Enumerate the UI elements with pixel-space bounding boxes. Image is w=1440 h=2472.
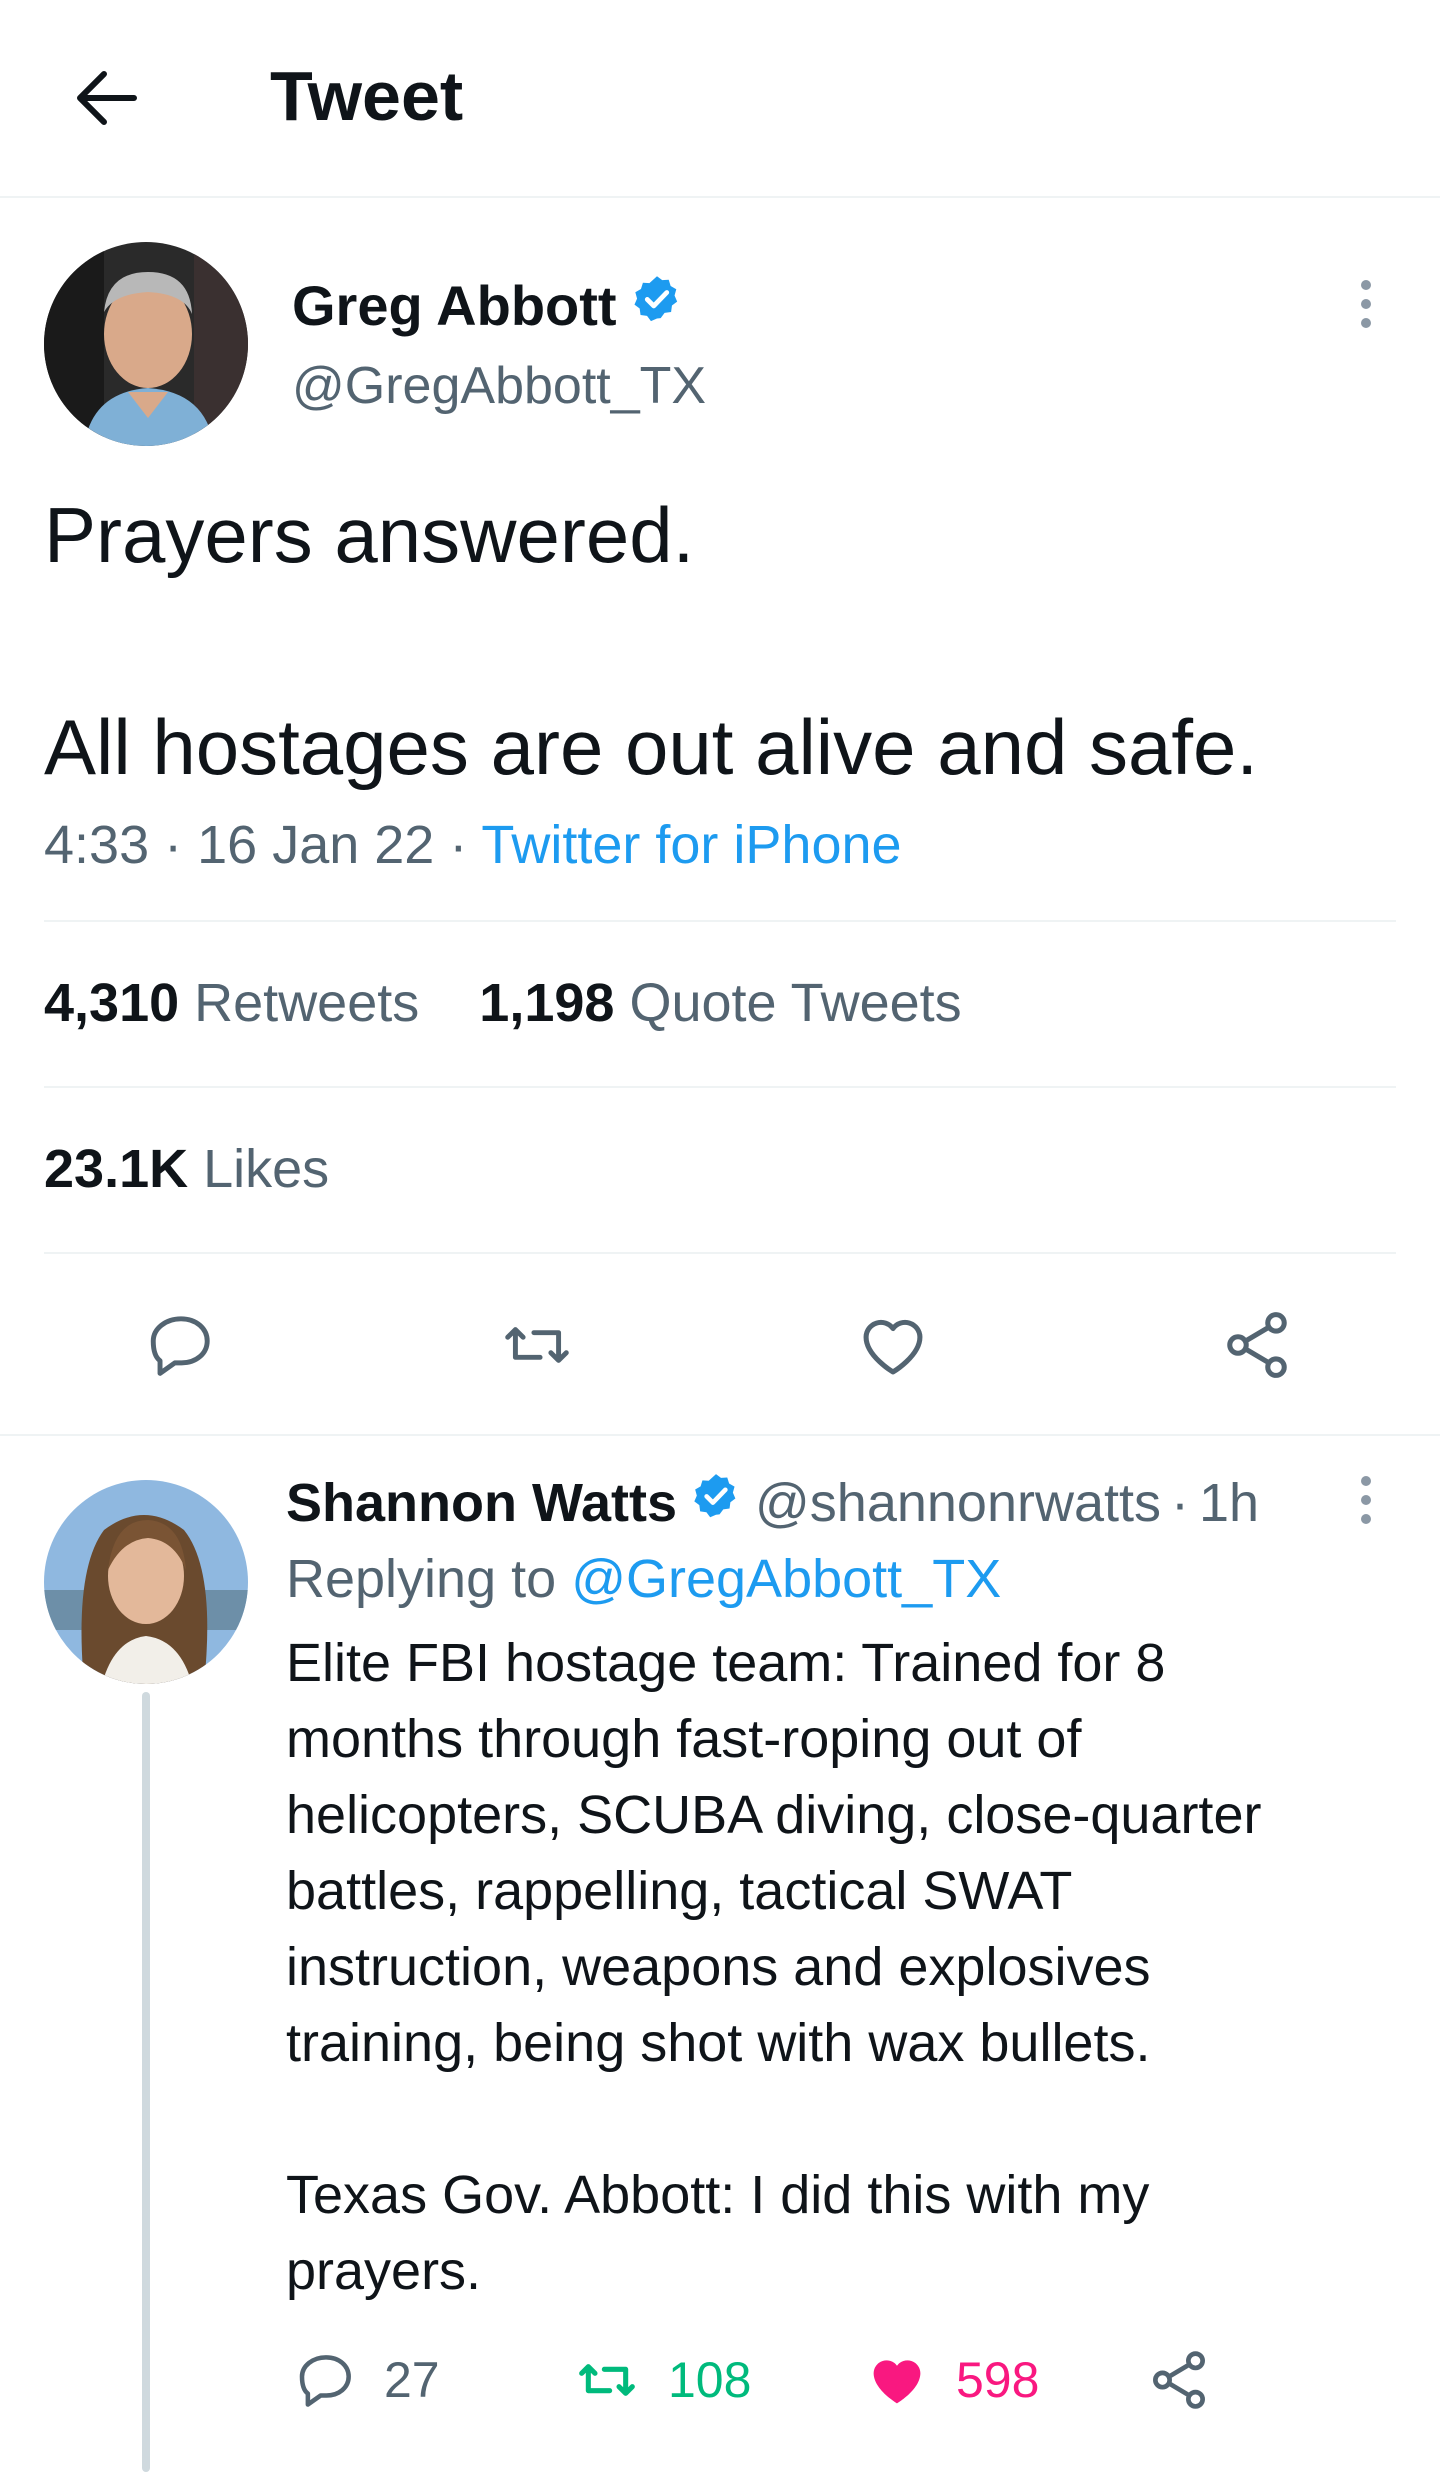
likes-label: Likes bbox=[203, 1139, 330, 1199]
more-icon bbox=[1361, 1476, 1371, 1486]
replying-to: Replying to @GregAbbott_TX bbox=[286, 1544, 1001, 1614]
retweets-count: 4,310 bbox=[44, 973, 180, 1033]
page-title: Tweet bbox=[270, 57, 464, 135]
reply-like-button[interactable]: 598 bbox=[864, 2340, 1039, 2420]
retweet-icon bbox=[579, 2364, 635, 2396]
author-name-row: Greg Abbott bbox=[292, 272, 683, 340]
author-name[interactable]: Greg Abbott bbox=[292, 272, 617, 340]
reply-text: Elite FBI hostage team: Trained for 8 mo… bbox=[286, 1633, 1262, 2301]
retweet-button[interactable] bbox=[492, 1300, 582, 1390]
reply-reply-count: 27 bbox=[384, 2352, 440, 2408]
tweet-source-link[interactable]: Twitter for iPhone bbox=[481, 815, 901, 875]
reply-author-name[interactable]: Shannon Watts bbox=[286, 1468, 677, 1538]
section-divider bbox=[0, 1434, 1440, 1436]
back-button[interactable] bbox=[66, 58, 146, 138]
like-icon bbox=[873, 2360, 921, 2404]
like-button[interactable] bbox=[848, 1300, 938, 1390]
quotes-label: Quote Tweets bbox=[629, 973, 962, 1033]
reply-reply-button[interactable]: 27 bbox=[294, 2340, 440, 2420]
author-handle[interactable]: @GregAbbott_TX bbox=[292, 354, 706, 418]
share-icon bbox=[1227, 1312, 1287, 1378]
top-bar: Tweet bbox=[0, 0, 1440, 198]
quotes-count: 1,198 bbox=[479, 973, 615, 1033]
more-options-button[interactable] bbox=[1346, 264, 1386, 344]
tweet-text-line1: Prayers answered. bbox=[44, 491, 695, 579]
more-icon bbox=[1361, 280, 1371, 290]
author-avatar[interactable] bbox=[44, 242, 248, 446]
retweets-stat[interactable]: 4,310 Retweets bbox=[44, 973, 419, 1033]
like-icon bbox=[863, 1319, 923, 1375]
reply-retweet-count: 108 bbox=[668, 2352, 752, 2408]
engagement-stats-row: 4,310 Retweets 1,198 Quote Tweets bbox=[44, 968, 962, 1038]
retweets-label: Retweets bbox=[194, 973, 420, 1033]
tweet-time: 4:33 bbox=[44, 815, 150, 875]
tweet-actions-bar bbox=[0, 1300, 1440, 1390]
verified-badge-icon bbox=[691, 1468, 741, 1538]
share-button[interactable] bbox=[1212, 1300, 1302, 1390]
reply-icon bbox=[150, 1316, 210, 1376]
reply-author-avatar[interactable] bbox=[44, 1480, 248, 1684]
share-icon bbox=[1153, 2351, 1205, 2409]
likes-count: 23.1K bbox=[44, 1139, 189, 1199]
divider bbox=[44, 1252, 1396, 1254]
reply-like-count: 598 bbox=[956, 2352, 1040, 2408]
retweet-icon bbox=[505, 1327, 569, 1363]
back-arrow-icon bbox=[77, 71, 137, 125]
quote-tweets-stat[interactable]: 1,198 Quote Tweets bbox=[479, 973, 961, 1033]
tweet-date: 16 Jan 22 bbox=[197, 815, 435, 875]
reply-age: 1h bbox=[1199, 1473, 1260, 1533]
reply-share-button[interactable] bbox=[1146, 2340, 1212, 2420]
tweet-text-line2: All hostages are out alive and safe. bbox=[44, 703, 1259, 791]
likes-stat[interactable]: 23.1K Likes bbox=[44, 1134, 329, 1204]
divider bbox=[44, 1086, 1396, 1088]
reply-header: Shannon Watts @shannonrwatts · 1h bbox=[286, 1468, 1259, 1538]
divider bbox=[44, 920, 1396, 922]
verified-badge-icon bbox=[631, 272, 683, 340]
replying-to-mention[interactable]: @GregAbbott_TX bbox=[571, 1549, 1001, 1609]
reply-icon bbox=[299, 2355, 351, 2407]
reply-more-options-button[interactable] bbox=[1346, 1460, 1386, 1540]
thread-line bbox=[142, 1692, 150, 2472]
replying-to-label: Replying to bbox=[286, 1549, 557, 1609]
reply-button[interactable] bbox=[136, 1300, 226, 1390]
reply-retweet-button[interactable]: 108 bbox=[572, 2340, 751, 2420]
reply-author-handle[interactable]: @shannonrwatts bbox=[755, 1468, 1161, 1538]
reply-actions-bar: 27 108 598 bbox=[286, 2340, 1406, 2420]
tweet-meta: 4:33 · 16 Jan 22 · Twitter for iPhone bbox=[44, 815, 902, 875]
